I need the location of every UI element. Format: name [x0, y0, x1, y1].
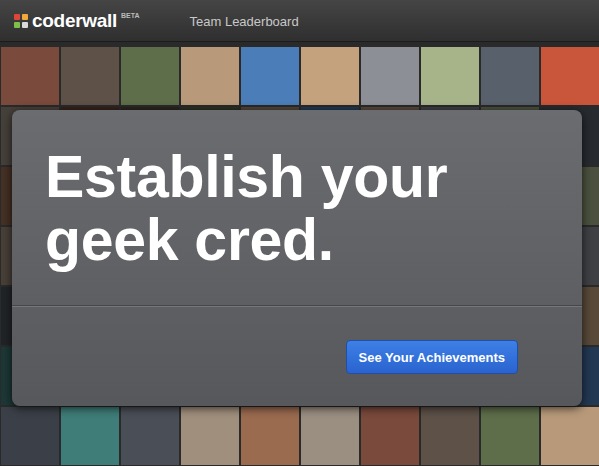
logo[interactable]: coderwall BETA	[14, 10, 140, 32]
avatar-photo[interactable]	[361, 47, 419, 105]
avatar-photo[interactable]	[541, 407, 599, 465]
see-achievements-button[interactable]: See Your Achievements	[346, 340, 518, 374]
avatar-photo[interactable]	[121, 47, 179, 105]
avatar-photo[interactable]	[61, 47, 119, 105]
avatar-photo[interactable]	[481, 407, 539, 465]
hero-card: Establish your geek cred. See Your Achie…	[12, 110, 582, 406]
avatar-photo[interactable]	[481, 47, 539, 105]
avatar-photo[interactable]	[301, 407, 359, 465]
headline: Establish your geek cred.	[12, 110, 582, 305]
logo-squares-icon	[14, 14, 28, 28]
avatar-photo[interactable]	[541, 47, 599, 105]
avatar-photo[interactable]	[1, 47, 59, 105]
beta-badge: BETA	[121, 12, 140, 19]
divider	[12, 305, 582, 307]
avatar-photo[interactable]	[421, 407, 479, 465]
avatar-photo[interactable]	[121, 407, 179, 465]
avatar-photo[interactable]	[61, 407, 119, 465]
avatar-photo[interactable]	[181, 407, 239, 465]
logo-text: coderwall	[32, 10, 117, 32]
avatar-photo[interactable]	[361, 407, 419, 465]
nav-link[interactable]: Team Leaderboard	[190, 14, 299, 29]
coderwall-page: coderwall BETA Team Leaderboard Establis…	[0, 0, 599, 466]
nav: Team Leaderboard	[190, 12, 299, 30]
actions: See Your Achievements	[12, 307, 582, 374]
avatar-photo[interactable]	[421, 47, 479, 105]
avatar-photo[interactable]	[1, 407, 59, 465]
avatar-photo[interactable]	[301, 47, 359, 105]
avatar-photo[interactable]	[241, 407, 299, 465]
avatar-photo[interactable]	[241, 47, 299, 105]
top-bar: coderwall BETA Team Leaderboard	[0, 0, 599, 42]
avatar-photo[interactable]	[181, 47, 239, 105]
